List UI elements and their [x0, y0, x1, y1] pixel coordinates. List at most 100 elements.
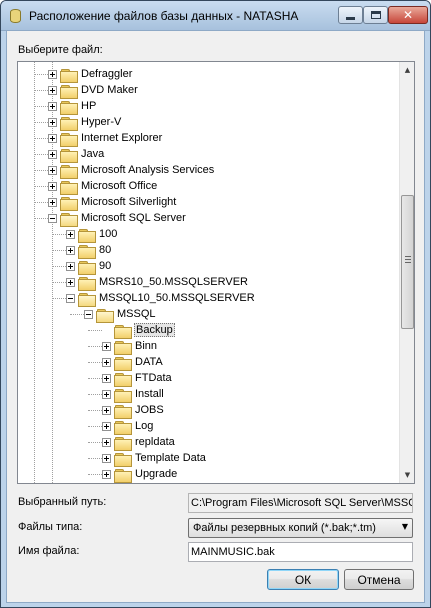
- tree-item-label: MSSQL10_50.MSSQLSERVER: [99, 292, 255, 304]
- tree-item[interactable]: FTData: [102, 370, 173, 387]
- expand-icon[interactable]: [102, 341, 111, 351]
- file-name-input[interactable]: MAINMUSIC.bak: [188, 542, 413, 562]
- expand-icon[interactable]: [102, 373, 111, 383]
- expand-icon[interactable]: [102, 357, 111, 367]
- expand-icon[interactable]: [102, 453, 111, 463]
- tree-connector-line: [34, 90, 48, 91]
- folder-icon: [114, 324, 132, 339]
- folder-icon: [60, 84, 78, 99]
- collapse-icon[interactable]: [84, 309, 93, 319]
- tree-item[interactable]: 80: [66, 242, 112, 259]
- file-type-select[interactable]: Файлы резервных копий (*.bak;*.tm) ▼: [188, 518, 413, 538]
- tree-item[interactable]: Java: [48, 146, 105, 163]
- expand-icon[interactable]: [48, 197, 57, 207]
- expand-icon[interactable]: [48, 133, 57, 143]
- expand-icon[interactable]: [48, 85, 57, 95]
- dialog-body: Выберите файл: Defraggler DVD Maker HP Hype…: [6, 31, 425, 603]
- tree-item[interactable]: MSSQL: [84, 306, 157, 323]
- tree-item[interactable]: HP: [48, 98, 97, 115]
- expand-icon[interactable]: [102, 437, 111, 447]
- expand-icon[interactable]: [66, 277, 75, 287]
- close-button[interactable]: ✕: [388, 6, 428, 24]
- window-title: Расположение файлов базы данных - NATASH…: [29, 9, 299, 23]
- title-bar[interactable]: Расположение файлов базы данных - NATASH…: [1, 1, 430, 31]
- tree-vertical-scrollbar[interactable]: ▲ ▼: [399, 62, 414, 483]
- tree-connector-line: [88, 346, 102, 347]
- expand-icon[interactable]: [102, 405, 111, 415]
- folder-icon: [114, 356, 132, 371]
- folder-icon: [60, 68, 78, 83]
- expand-icon[interactable]: [48, 181, 57, 191]
- minimize-icon: [346, 17, 355, 20]
- tree-item-label: Backup: [134, 323, 175, 337]
- tree-item[interactable]: DATA: [102, 354, 164, 371]
- tree-item[interactable]: Upgrade: [102, 466, 178, 483]
- tree-item[interactable]: JOBS: [102, 402, 165, 419]
- selected-path-field[interactable]: C:\Program Files\Microsoft SQL Server\MS…: [188, 493, 413, 513]
- tree-connector-line: [34, 218, 48, 219]
- tree-item[interactable]: 90: [66, 258, 112, 275]
- tree-item[interactable]: repldata: [102, 434, 176, 451]
- folder-icon: [78, 276, 96, 291]
- tree-item-label: MSSQL: [117, 308, 156, 320]
- folder-icon: [60, 116, 78, 131]
- expand-icon[interactable]: [48, 101, 57, 111]
- minimize-button[interactable]: [338, 6, 363, 24]
- tree-item[interactable]: Binn: [102, 338, 158, 355]
- tree-connector-line: [52, 298, 66, 299]
- scroll-up-icon[interactable]: ▲: [400, 62, 414, 78]
- ok-button[interactable]: ОК: [267, 569, 339, 590]
- expand-icon[interactable]: [66, 245, 75, 255]
- tree-item[interactable]: Log: [102, 418, 154, 435]
- cancel-button[interactable]: Отмена: [344, 569, 414, 590]
- expand-icon[interactable]: [102, 421, 111, 431]
- tree-item[interactable]: Defraggler: [48, 66, 133, 83]
- tree-item[interactable]: Install: [102, 386, 165, 403]
- tree-connector-line: [34, 154, 48, 155]
- expand-icon[interactable]: [48, 117, 57, 127]
- scroll-down-icon[interactable]: ▼: [400, 467, 414, 483]
- tree-item[interactable]: MSRS10_50.MSSQLSERVER: [66, 274, 249, 291]
- expand-icon[interactable]: [48, 69, 57, 79]
- tree-item[interactable]: Microsoft Analysis Services: [48, 162, 215, 179]
- tree-item[interactable]: Backup: [102, 322, 175, 339]
- tree-item-label: DVD Maker: [81, 84, 138, 96]
- folder-tree[interactable]: Defraggler DVD Maker HP Hyper-V Internet Exp…: [17, 61, 415, 484]
- folder-icon: [114, 388, 132, 403]
- folder-icon: [60, 180, 78, 195]
- tree-item-label: Binn: [135, 340, 158, 352]
- tree-connector-line: [34, 106, 48, 107]
- collapse-icon[interactable]: [48, 213, 57, 223]
- folder-icon: [114, 420, 132, 435]
- scroll-thumb[interactable]: [401, 195, 414, 329]
- collapse-icon[interactable]: [66, 293, 75, 303]
- expand-icon[interactable]: [48, 165, 57, 175]
- tree-item[interactable]: Template Data: [102, 450, 207, 467]
- tree-item[interactable]: Microsoft Silverlight: [48, 194, 177, 211]
- expand-icon[interactable]: [66, 229, 75, 239]
- expand-icon[interactable]: [48, 149, 57, 159]
- tree-connector-line: [88, 378, 102, 379]
- tree-item[interactable]: Microsoft Sync Framework: [48, 482, 212, 483]
- tree-item[interactable]: Microsoft Office: [48, 178, 158, 195]
- tree-item[interactable]: DVD Maker: [48, 82, 139, 99]
- expand-icon[interactable]: [102, 469, 111, 479]
- tree-item-label: Upgrade: [135, 468, 178, 480]
- tree-item[interactable]: MSSQL10_50.MSSQLSERVER: [66, 290, 256, 307]
- expand-icon[interactable]: [102, 389, 111, 399]
- maximize-button[interactable]: [363, 6, 388, 24]
- tree-connector-line: [52, 266, 66, 267]
- tree-connector-line: [88, 458, 102, 459]
- tree-item[interactable]: Microsoft SQL Server: [48, 210, 187, 227]
- expand-icon[interactable]: [66, 261, 75, 271]
- folder-icon: [78, 228, 96, 243]
- tree-connector-line: [88, 394, 102, 395]
- tree-item[interactable]: Hyper-V: [48, 114, 122, 131]
- tree-item[interactable]: Internet Explorer: [48, 130, 163, 147]
- tree-item-label: repldata: [135, 436, 175, 448]
- tree-item[interactable]: 100: [66, 226, 118, 243]
- tree-item-label: Defraggler: [81, 68, 133, 80]
- tree-connector-line: [70, 314, 84, 315]
- folder-icon: [60, 164, 78, 179]
